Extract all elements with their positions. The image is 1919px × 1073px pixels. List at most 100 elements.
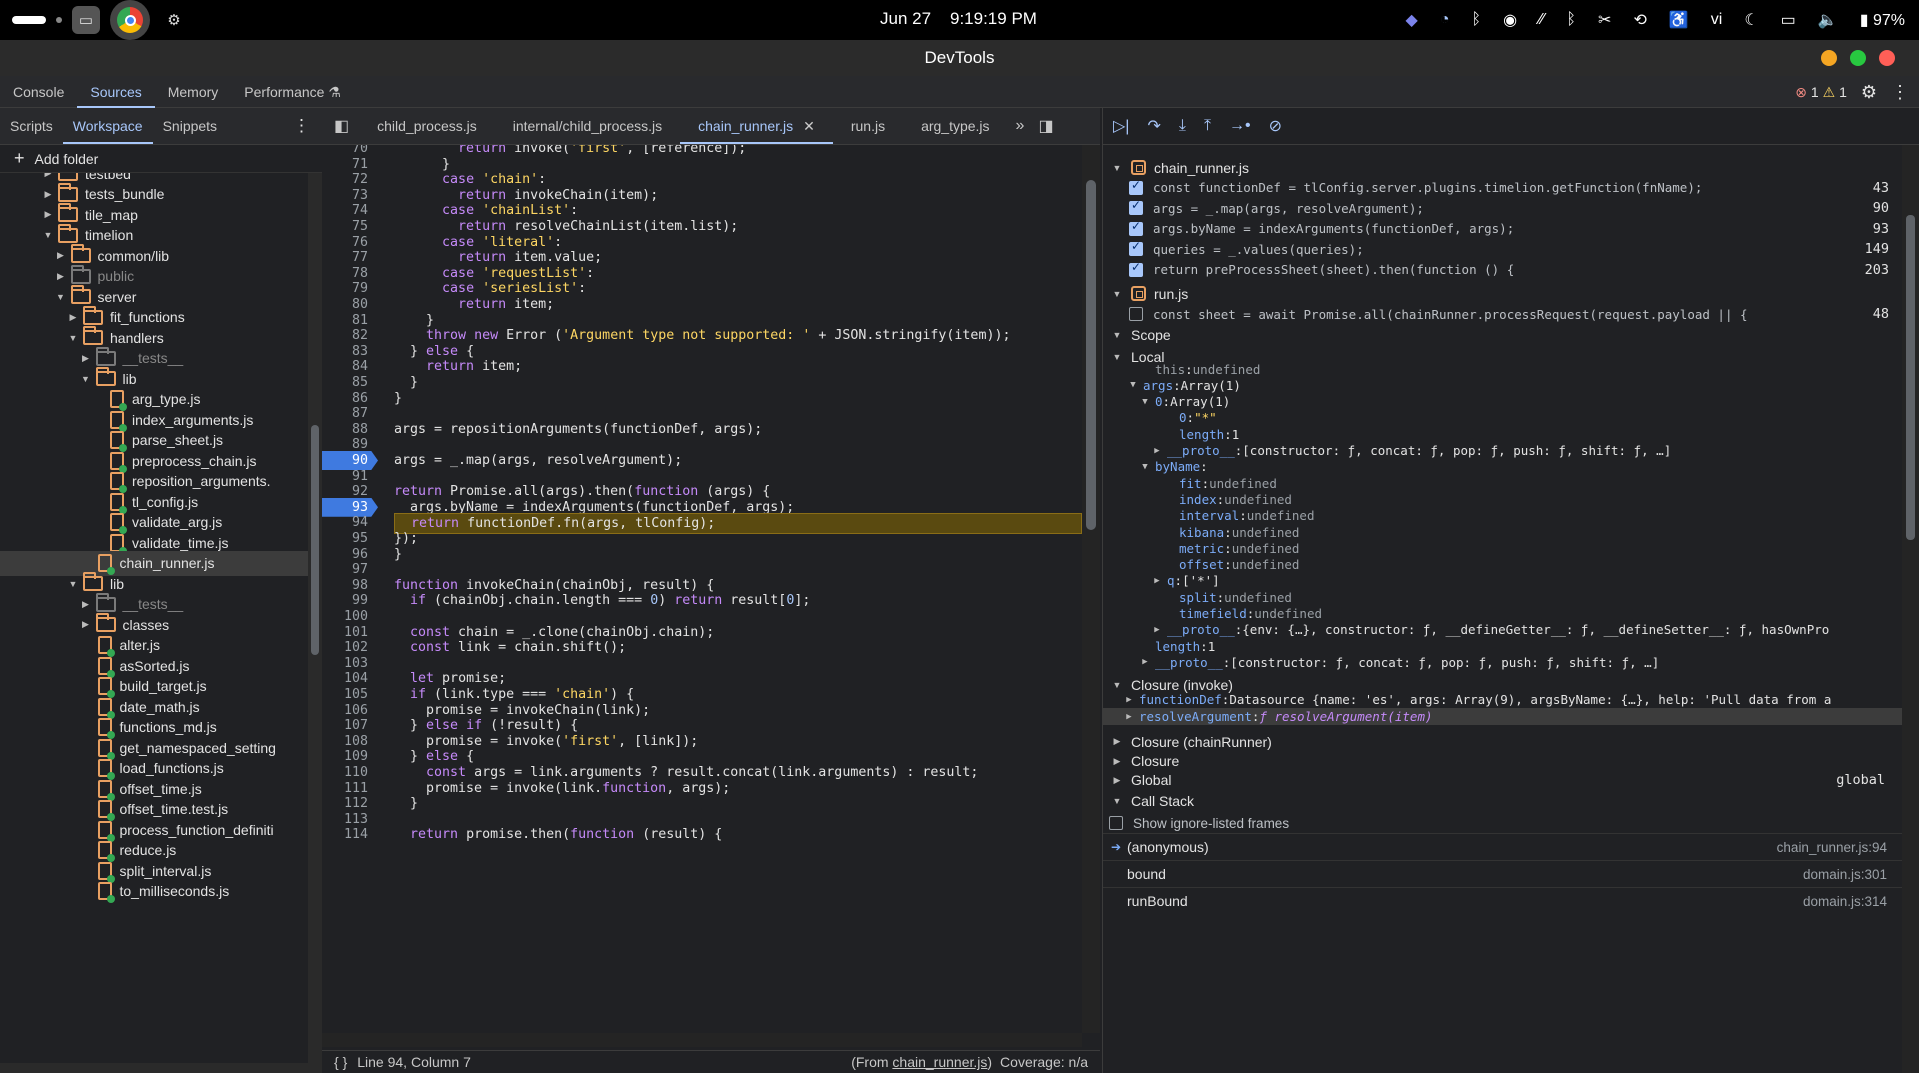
discord-tray-icon[interactable]: ◉	[1503, 10, 1517, 30]
tab-sources[interactable]: Sources	[77, 76, 155, 108]
workspace-indicator[interactable]	[12, 16, 46, 24]
system-time[interactable]: 9:19:19 PM	[950, 9, 1037, 29]
pretty-print-icon[interactable]: { }	[322, 1054, 357, 1070]
show-ignored-checkbox[interactable]	[1109, 816, 1123, 831]
scope-variable[interactable]: ▶ __proto__: [constructor: ƒ, concat: ƒ, …	[1103, 443, 1903, 459]
check-tray-icon[interactable]: ◔	[1440, 11, 1450, 29]
call-frame-location[interactable]: chain_runner.js:94	[1777, 840, 1887, 855]
file-tree-hscrollbar[interactable]	[0, 1063, 322, 1073]
breakpoint-checkbox[interactable]	[1129, 219, 1143, 236]
step-icon[interactable]: →•	[1229, 117, 1251, 135]
chevron-down-icon[interactable]: ▼	[1111, 163, 1123, 173]
workspace-dot[interactable]	[56, 17, 62, 23]
debugger-scroll-thumb[interactable]	[1906, 215, 1915, 540]
scope-variable[interactable]: split: undefined	[1103, 589, 1903, 605]
breakpoint-checkbox[interactable]	[1129, 239, 1143, 257]
breakpoint-checkbox[interactable]	[1129, 178, 1143, 195]
breakpoint-checkbox[interactable]	[1129, 307, 1143, 322]
tab-scripts[interactable]: Scripts	[0, 108, 63, 144]
chevron-right-icon[interactable]: ▶	[1111, 736, 1123, 747]
call-frame-location[interactable]: domain.js:301	[1803, 867, 1887, 882]
chevron-down-icon[interactable]: ▼	[42, 230, 54, 240]
tools-tray-icon[interactable]: ✂	[1598, 10, 1611, 30]
closure-variable[interactable]: ▶ resolveArgument: ƒ resolveArgument(item…	[1103, 708, 1903, 726]
chevron-down-icon[interactable]: ▼	[1127, 380, 1139, 390]
scope-variable[interactable]: interval: undefined	[1103, 508, 1903, 524]
maximize-button[interactable]	[1850, 50, 1866, 66]
chevron-down-icon[interactable]: ▼	[55, 292, 67, 302]
chevron-down-icon[interactable]: ▼	[1139, 462, 1151, 472]
display-icon[interactable]: ▭	[1781, 10, 1796, 30]
tab-snippets[interactable]: Snippets	[153, 108, 227, 144]
breakpoint-checkbox[interactable]	[1129, 260, 1143, 277]
code-editor[interactable]: 70 return invoke('first', [reference]); 7…	[322, 145, 1082, 1033]
call-frame[interactable]: ➔ (anonymous) chain_runner.js:94	[1103, 833, 1903, 860]
scope-variable[interactable]: kibana: undefined	[1103, 524, 1903, 540]
tab-workspace[interactable]: Workspace	[62, 108, 153, 144]
code-scroll-thumb[interactable]	[1086, 180, 1096, 530]
chevron-down-icon[interactable]: ▼	[1111, 330, 1123, 340]
chevron-right-icon[interactable]: ▶	[80, 353, 92, 364]
scope-variable[interactable]: ▶ __proto__: {env: {…}, constructor: ƒ, _…	[1103, 622, 1903, 638]
scope-variable[interactable]: fit: undefined	[1103, 475, 1903, 491]
call-frame-location[interactable]: domain.js:314	[1803, 894, 1887, 909]
volume-icon[interactable]: 🔈	[1818, 10, 1838, 30]
scope-variable[interactable]: ▼ 0: Array(1)	[1103, 394, 1903, 410]
terminal-app-icon[interactable]: ▭	[72, 6, 100, 34]
minimize-button[interactable]	[1821, 50, 1837, 66]
system-date[interactable]: Jun 27	[880, 9, 931, 29]
bluetooth-tray-icon[interactable]: ᛒ	[1472, 11, 1482, 29]
scope-variable[interactable]: ▶ q: ['*']	[1103, 573, 1903, 589]
scope-variable[interactable]: ▶ __proto__: [constructor: ƒ, concat: ƒ, …	[1103, 654, 1903, 670]
code-line[interactable]: 114 return promise.then(function (result…	[322, 825, 1082, 844]
chevron-right-icon[interactable]: ▶	[1123, 712, 1135, 722]
scope-variable[interactable]: 0: "*"	[1103, 410, 1903, 426]
add-folder-button[interactable]: + Add folder	[0, 145, 322, 173]
step-over-icon[interactable]: ↷	[1147, 116, 1160, 136]
chevron-right-icon[interactable]: ▶	[1151, 625, 1163, 635]
settings-app-icon[interactable]: ⚙	[160, 6, 188, 34]
step-into-icon[interactable]: ⤓	[1179, 117, 1186, 135]
scope-variable[interactable]: ▼ args: Array(1)	[1103, 377, 1903, 393]
chevron-down-icon[interactable]: ▼	[1111, 680, 1123, 690]
chevron-right-icon[interactable]: ▶	[55, 271, 67, 282]
file-tree-scroll-thumb[interactable]	[311, 425, 319, 655]
chevron-right-icon[interactable]: ▶	[42, 173, 54, 179]
chevron-right-icon[interactable]: ▶	[42, 189, 54, 200]
closure-variable[interactable]: ▶ functionDef: Datasource {name: 'es', ar…	[1103, 691, 1903, 708]
chevron-right-icon[interactable]: ▶	[1151, 576, 1163, 586]
step-out-icon[interactable]: ⤒	[1204, 117, 1211, 135]
chevron-down-icon[interactable]: ▼	[67, 333, 79, 343]
chevron-right-icon[interactable]: ▶	[80, 619, 92, 630]
chevron-down-icon[interactable]: ▼	[80, 374, 92, 384]
chevron-right-icon[interactable]: ▶	[55, 250, 67, 261]
chevron-down-icon[interactable]: ▼	[1139, 397, 1151, 407]
scope-section[interactable]: ▼ Scope	[1103, 322, 1903, 347]
chevron-right-icon[interactable]: ▶	[1139, 657, 1151, 667]
editor-tab-arg-type[interactable]: arg_type.js	[903, 108, 1007, 144]
scope-variable[interactable]: this: undefined	[1103, 361, 1903, 377]
scope-variable[interactable]: length: 1	[1103, 638, 1903, 654]
scope-variable[interactable]: offset: undefined	[1103, 557, 1903, 573]
tab-console[interactable]: Console	[0, 76, 77, 108]
editor-tab-chain-runner[interactable]: chain_runner.js ✕	[680, 108, 833, 144]
chevron-right-icon[interactable]: ▶	[42, 209, 54, 220]
chevron-right-icon[interactable]: ▶	[1151, 446, 1163, 456]
source-origin-link[interactable]: chain_runner.js	[892, 1054, 987, 1070]
call-frame[interactable]: bound domain.js:301	[1103, 860, 1903, 887]
scope-variable[interactable]: metric: undefined	[1103, 540, 1903, 556]
input-method-label[interactable]: vi	[1711, 11, 1723, 29]
code-hscrollbar[interactable]	[322, 1033, 1082, 1047]
chevron-right-icon[interactable]: ▶	[1111, 775, 1123, 786]
scope-variable[interactable]: length: 1	[1103, 426, 1903, 442]
accessibility-tray-icon[interactable]: ♿	[1669, 10, 1689, 30]
toggle-debugger-icon[interactable]: ◨	[1032, 116, 1059, 136]
line-number[interactable]: 114	[322, 825, 378, 844]
toggle-navigator-icon[interactable]: ◧	[322, 116, 359, 136]
call-frame[interactable]: runBound domain.js:314	[1103, 887, 1903, 914]
chevron-right-icon[interactable]: ▶	[1123, 695, 1135, 705]
chevron-right-icon[interactable]: ▶	[80, 599, 92, 610]
tab-performance[interactable]: Performance ⚗	[231, 76, 354, 108]
chevron-down-icon[interactable]: ▼	[67, 579, 79, 589]
scope-variable[interactable]: timefield: undefined	[1103, 606, 1903, 622]
